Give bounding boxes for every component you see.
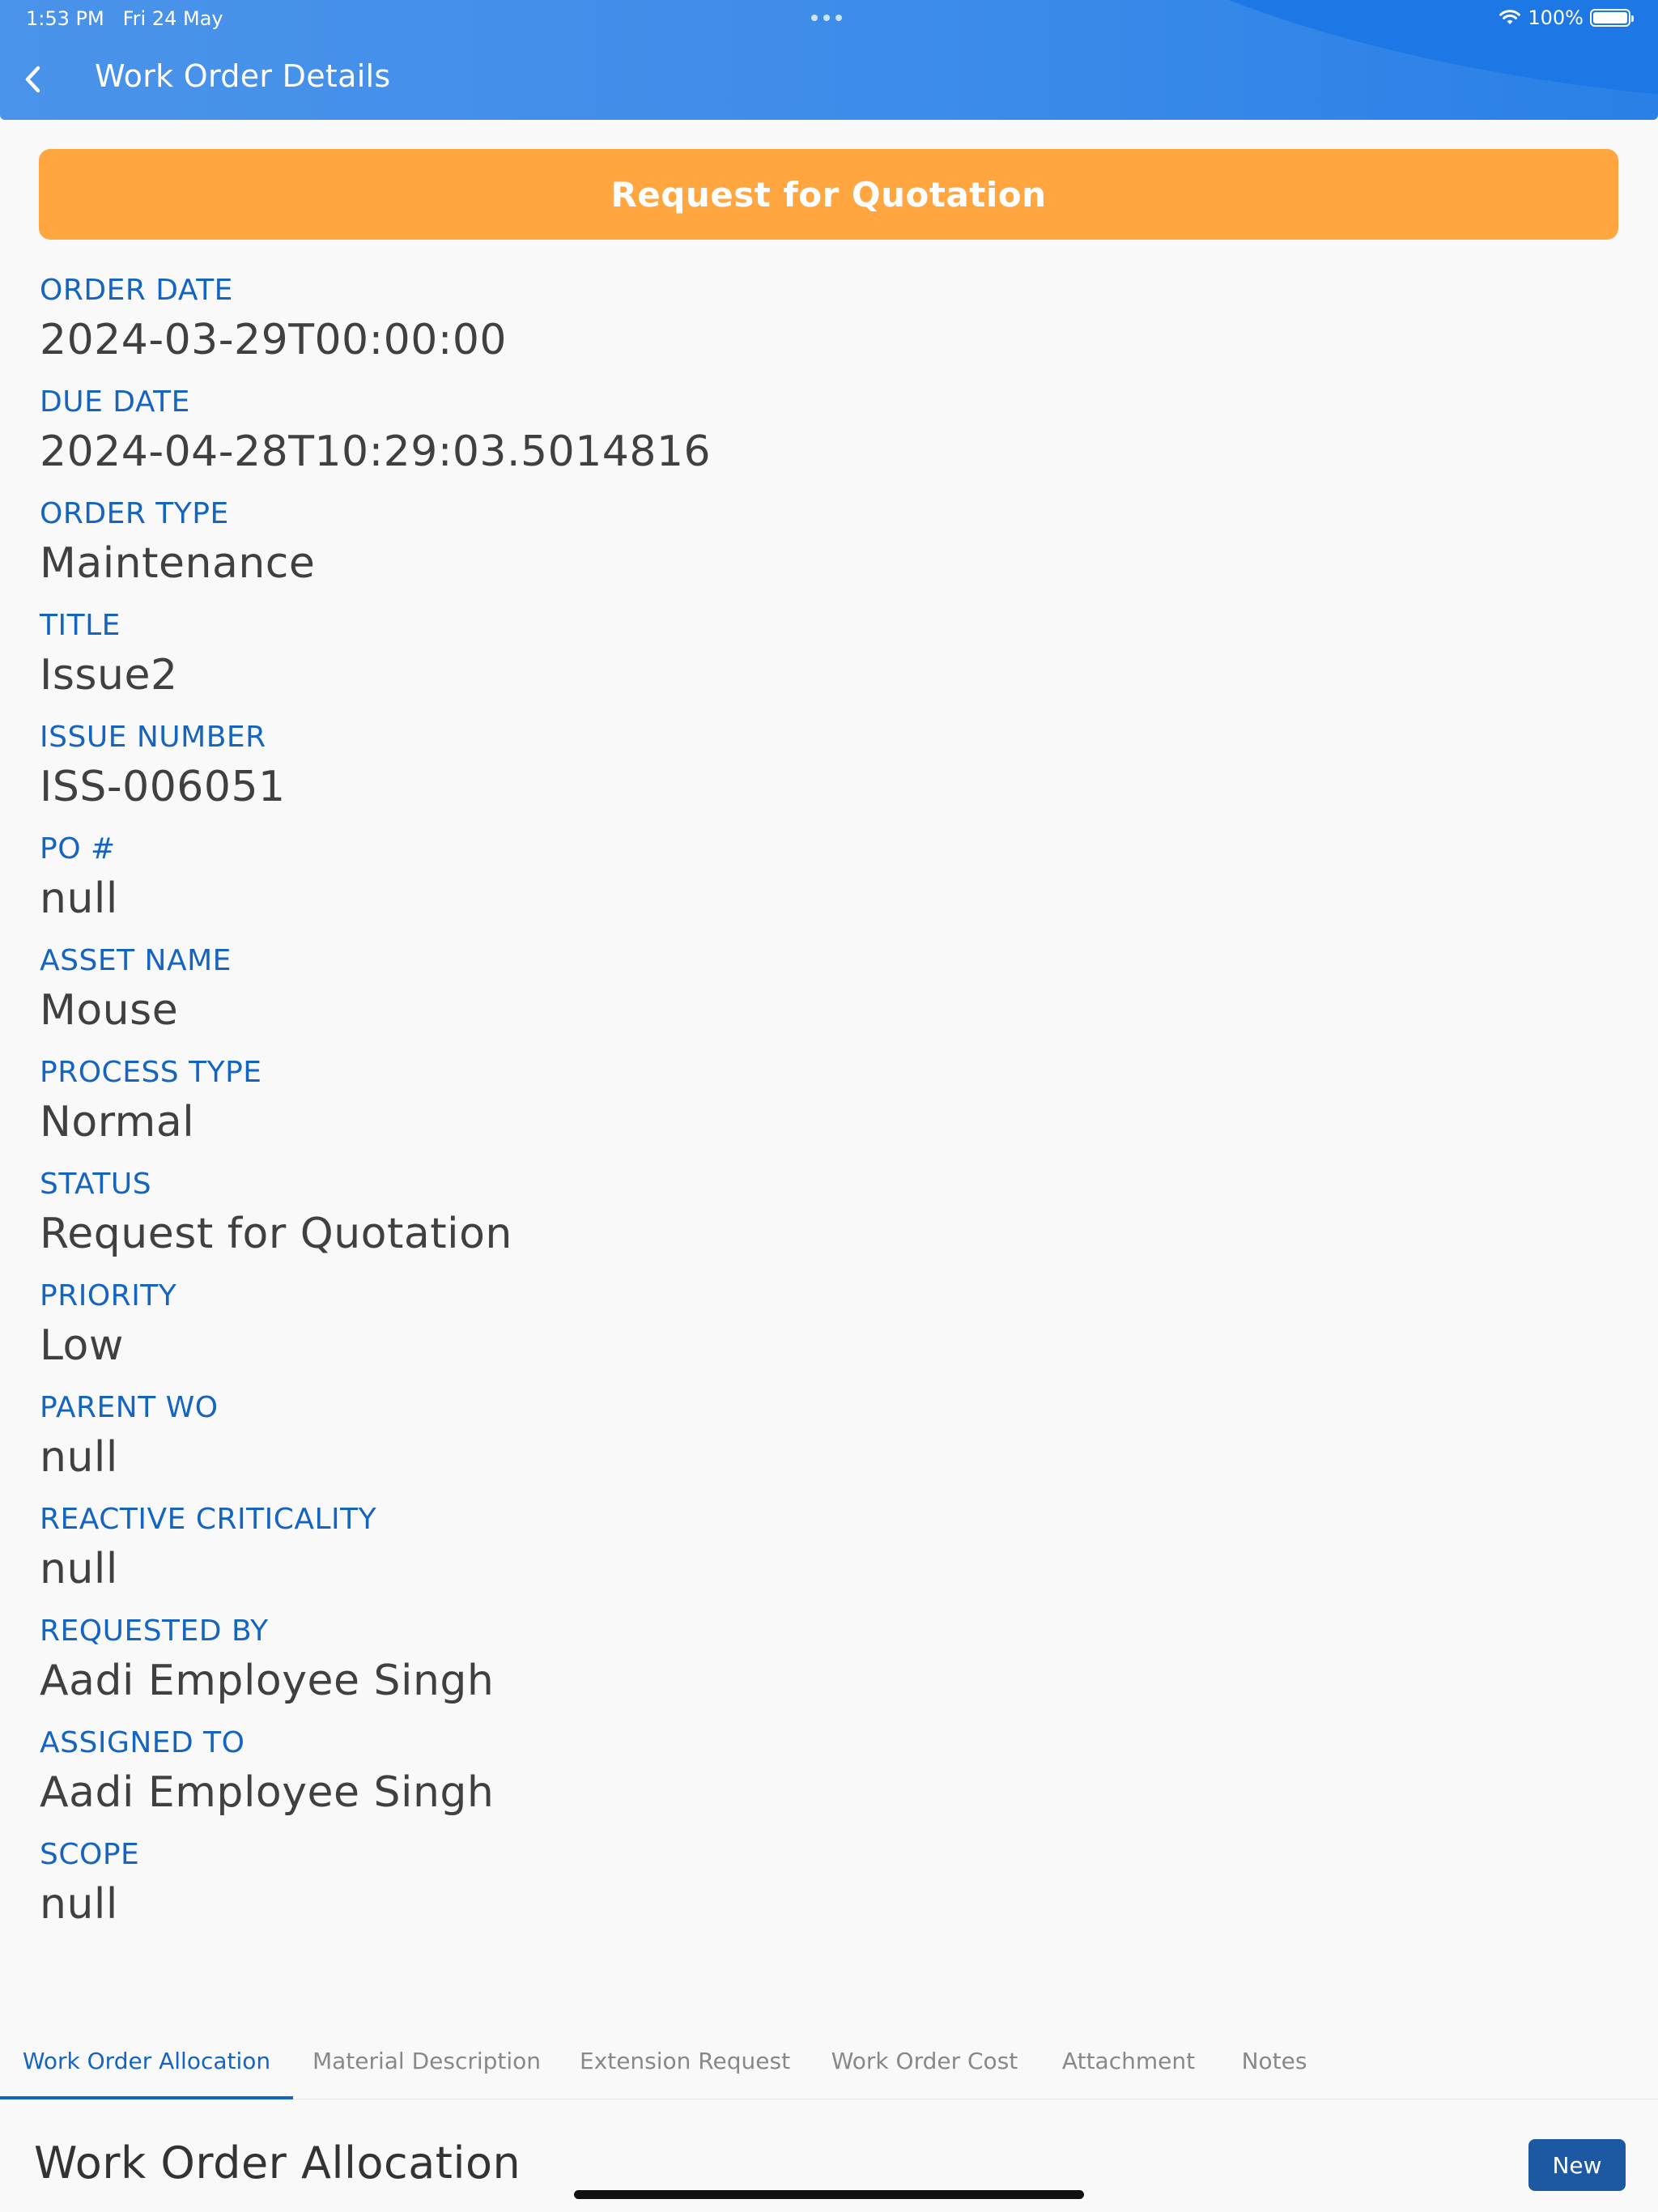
status-banner[interactable]: Request for Quotation (39, 149, 1618, 240)
field-value: Aadi Employee Singh (40, 1768, 495, 1817)
field-process-type: PROCESS TYPE Normal (40, 1049, 1578, 1161)
field-value: Mouse (40, 986, 179, 1035)
section-title: Work Order Allocation (34, 2138, 521, 2189)
field-status: STATUS Request for Quotation (40, 1161, 1578, 1273)
field-value: Normal (40, 1098, 195, 1146)
field-asset-name: ASSET NAME Mouse (40, 938, 1578, 1049)
field-value: null (40, 1433, 118, 1482)
field-order-date: ORDER DATE 2024-03-29T00:00:00 (40, 267, 1578, 379)
field-value: 2024-03-29T00:00:00 (40, 316, 508, 364)
field-label: ORDER TYPE (40, 497, 229, 530)
status-time: 1:53 PM Fri 24 May (26, 7, 223, 30)
field-label: ISSUE NUMBER (40, 721, 266, 754)
field-value: ISS-006051 (40, 763, 286, 811)
field-po-number: PO # null (40, 826, 1578, 938)
field-value: Maintenance (40, 539, 316, 588)
field-label: DUE DATE (40, 385, 190, 419)
status-right: 100% (1499, 6, 1634, 29)
field-label: ASSIGNED TO (40, 1726, 245, 1759)
tab-work-order-cost[interactable]: Work Order Cost (810, 2023, 1039, 2099)
work-order-fields: ORDER DATE 2024-03-29T00:00:00 DUE DATE … (40, 267, 1578, 1943)
field-value: null (40, 1545, 118, 1593)
field-title: TITLE Issue2 (40, 602, 1578, 714)
tab-material-description[interactable]: Material Description (293, 2023, 560, 2099)
field-label: ASSET NAME (40, 944, 232, 977)
field-label: PRIORITY (40, 1279, 177, 1312)
field-label: REACTIVE CRITICALITY (40, 1503, 377, 1536)
field-value: Request for Quotation (40, 1210, 512, 1258)
field-value: Low (40, 1321, 124, 1370)
field-label: PO # (40, 832, 116, 866)
status-date-text: Fri 24 May (122, 7, 223, 30)
field-value: null (40, 1880, 118, 1929)
field-due-date: DUE DATE 2024-04-28T10:29:03.5014816 (40, 379, 1578, 491)
field-value: Issue2 (40, 651, 178, 700)
status-bar: 1:53 PM Fri 24 May 100% (0, 0, 1658, 39)
tab-extension-request[interactable]: Extension Request (560, 2023, 810, 2099)
field-issue-number: ISSUE NUMBER ISS-006051 (40, 714, 1578, 826)
field-scope: SCOPE null (40, 1831, 1578, 1943)
field-order-type: ORDER TYPE Maintenance (40, 491, 1578, 602)
home-indicator[interactable] (574, 2190, 1084, 2199)
field-label: SCOPE (40, 1838, 140, 1871)
field-value: null (40, 874, 118, 923)
field-label: REQUESTED BY (40, 1614, 269, 1648)
field-label: PARENT WO (40, 1391, 219, 1424)
field-label: TITLE (40, 609, 121, 642)
chevron-left-icon (25, 66, 40, 93)
new-allocation-button[interactable]: New (1528, 2139, 1626, 2191)
field-value: 2024-04-28T10:29:03.5014816 (40, 428, 712, 476)
field-requested-by: REQUESTED BY Aadi Employee Singh (40, 1608, 1578, 1720)
multitasking-dots-icon[interactable] (811, 15, 842, 21)
tab-attachment[interactable]: Attachment (1039, 2023, 1218, 2099)
app-header: 1:53 PM Fri 24 May 100% Work Order Detai… (0, 0, 1658, 120)
page-title: Work Order Details (95, 58, 391, 94)
field-label: PROCESS TYPE (40, 1056, 262, 1089)
field-priority: PRIORITY Low (40, 1273, 1578, 1385)
field-value: Aadi Employee Singh (40, 1657, 495, 1705)
wifi-icon (1499, 10, 1521, 24)
field-label: ORDER DATE (40, 274, 233, 307)
field-parent-wo: PARENT WO null (40, 1385, 1578, 1496)
tab-work-order-allocation[interactable]: Work Order Allocation (0, 2023, 293, 2099)
field-reactive-criticality: REACTIVE CRITICALITY null (40, 1496, 1578, 1608)
battery-percent: 100% (1528, 6, 1584, 29)
status-time-text: 1:53 PM (26, 7, 104, 30)
field-label: STATUS (40, 1168, 152, 1201)
back-button[interactable] (15, 57, 50, 102)
tab-bar: Work Order Allocation Material Descripti… (0, 2023, 1658, 2099)
field-assigned-to: ASSIGNED TO Aadi Employee Singh (40, 1720, 1578, 1831)
tab-notes[interactable]: Notes (1218, 2023, 1331, 2099)
battery-icon (1590, 9, 1634, 27)
